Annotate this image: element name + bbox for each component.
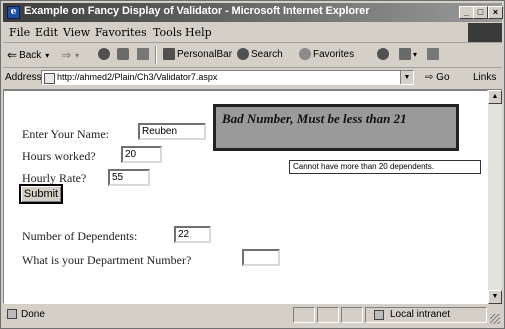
history-icon — [377, 48, 389, 60]
title-bar: e Example on Fancy Display of Validator … — [3, 3, 503, 22]
vertical-scrollbar[interactable]: ▲ ▼ — [488, 90, 502, 304]
go-label: Go — [436, 72, 450, 83]
address-input[interactable]: http://ahmed2/Plain/Ch3/Validator7.aspx … — [41, 70, 414, 85]
chevron-down-icon: ▾ — [75, 50, 80, 60]
search-icon — [237, 48, 249, 60]
menu-favorites[interactable]: Favorites — [95, 26, 147, 39]
minimize-button[interactable]: _ — [459, 6, 474, 19]
menu-view[interactable]: View — [63, 26, 90, 39]
address-url: http://ahmed2/Plain/Ch3/Validator7.aspx — [57, 72, 218, 82]
search-button[interactable]: Search — [237, 48, 283, 60]
submit-button[interactable]: Submit — [19, 184, 63, 204]
favorites-label: Favorites — [313, 48, 355, 60]
search-label: Search — [251, 48, 283, 60]
forward-button[interactable]: ⇒ ▾ — [61, 48, 79, 62]
personal-bar-icon — [163, 48, 175, 60]
mail-button[interactable]: ▾ — [399, 48, 417, 60]
department-error-message: Cannot have more than 20 dependents. — [289, 160, 481, 174]
personal-bar-label: PersonalBar — [177, 48, 233, 60]
go-arrow-icon: ⇨ — [425, 72, 434, 83]
status-bar: Done Local intranet — [3, 305, 502, 326]
menu-tools[interactable]: Tools — [153, 26, 182, 39]
status-pane — [293, 307, 315, 323]
close-button[interactable]: × — [488, 6, 503, 19]
page-icon — [44, 73, 55, 84]
favorites-icon — [299, 48, 311, 60]
address-bar: Address http://ahmed2/Plain/Ch3/Validato… — [3, 68, 502, 90]
name-input[interactable]: Reuben — [138, 123, 206, 140]
windows-logo-icon — [468, 23, 502, 42]
zone-pane: Local intranet — [365, 307, 487, 323]
home-button[interactable] — [137, 48, 151, 60]
menu-edit[interactable]: Edit — [35, 26, 58, 39]
toolbar: ⇐ Back ▾ ⇒ ▾ PersonalBar Search Favorite… — [3, 43, 502, 68]
dependents-label: Number of Dependents: — [22, 229, 138, 243]
status-text: Done — [21, 309, 45, 320]
chevron-down-icon: ▾ — [413, 49, 418, 59]
maximize-button[interactable]: □ — [473, 6, 488, 19]
personal-bar-button[interactable]: PersonalBar — [163, 48, 232, 60]
validation-summary: Bad Number, Must be less than 21 — [213, 104, 459, 151]
scroll-down-icon[interactable]: ▼ — [488, 290, 502, 304]
refresh-icon — [117, 48, 129, 60]
rate-input[interactable]: 55 — [108, 169, 150, 186]
print-button[interactable] — [427, 48, 441, 60]
resize-grip[interactable] — [490, 314, 500, 324]
favorites-button[interactable]: Favorites — [299, 48, 354, 60]
forward-arrow-icon: ⇒ — [61, 48, 72, 62]
menu-help[interactable]: Help — [185, 26, 212, 39]
menu-file[interactable]: File — [9, 26, 30, 39]
browser-window: e Example on Fancy Display of Validator … — [0, 0, 505, 329]
dependents-input[interactable]: 22 — [174, 226, 211, 243]
go-button[interactable]: ⇨ Go — [425, 72, 450, 83]
zone-text: Local intranet — [390, 309, 451, 320]
back-arrow-icon: ⇐ — [7, 48, 18, 62]
history-button[interactable] — [377, 48, 391, 60]
back-button[interactable]: ⇐ Back ▾ — [7, 48, 49, 62]
address-dropdown-icon[interactable]: ▼ — [400, 71, 413, 84]
back-label: Back — [19, 49, 42, 61]
status-pane — [317, 307, 339, 323]
ie-icon: e — [7, 6, 20, 19]
hours-label: Hours worked? — [22, 149, 96, 163]
print-icon — [427, 48, 439, 60]
stop-icon — [98, 48, 110, 60]
department-input[interactable] — [242, 249, 280, 266]
stop-button[interactable] — [98, 48, 112, 60]
window-title: Example on Fancy Display of Validator - … — [24, 5, 370, 17]
menu-bar: File Edit View Favorites Tools Help — [3, 23, 502, 43]
page-done-icon — [7, 309, 17, 319]
status-pane — [341, 307, 363, 323]
home-icon — [137, 48, 149, 60]
intranet-zone-icon — [374, 310, 384, 320]
toolbar-separator — [155, 46, 156, 64]
mail-icon — [399, 48, 411, 60]
scroll-up-icon[interactable]: ▲ — [488, 90, 502, 104]
department-label: What is your Department Number? — [22, 253, 192, 267]
links-button[interactable]: Links — [473, 72, 496, 83]
refresh-button[interactable] — [117, 48, 131, 60]
name-label: Enter Your Name: — [22, 127, 109, 141]
address-label: Address — [5, 72, 42, 83]
chevron-down-icon: ▾ — [45, 50, 50, 60]
hours-input[interactable]: 20 — [121, 146, 162, 163]
